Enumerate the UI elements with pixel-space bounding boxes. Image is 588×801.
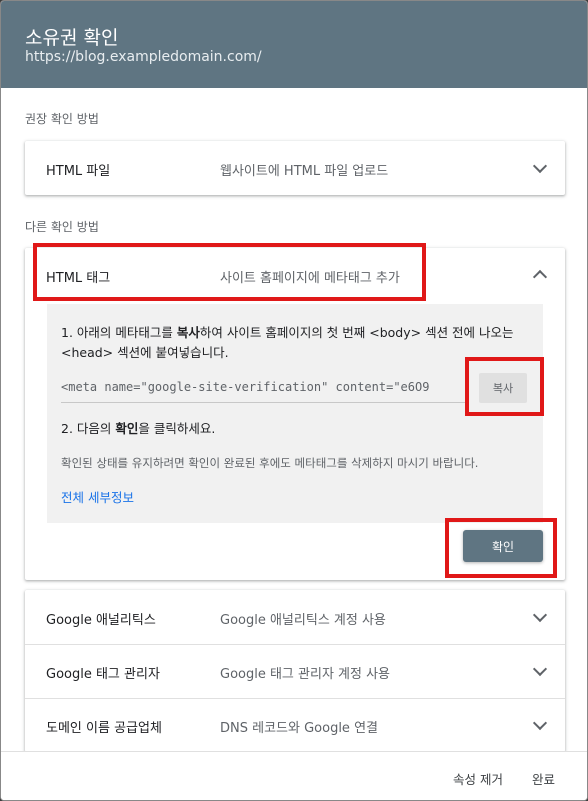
method-domain-provider[interactable]: 도메인 이름 공급업체 DNS 레코드와 Google 연결 [25, 698, 565, 752]
step-2-text: 2. 다음의 확인을 클릭하세요. [61, 419, 215, 439]
method-google-analytics[interactable]: Google 애널리틱스 Google 애널리틱스 계정 사용 [25, 590, 565, 644]
remove-property-button[interactable]: 속성 제거 [453, 769, 503, 788]
step-1-line2: <head> 섹션에 붙여넣습니다. [61, 345, 229, 360]
keep-meta-note: 확인된 상태를 유지하려면 확인이 완료된 후에도 메타태그를 삭제하지 마시기… [61, 456, 479, 470]
dialog-footer: 속성 제거 완료 [1, 751, 587, 800]
meta-tag-field[interactable]: <meta name="google-site-verification" co… [61, 380, 467, 403]
html-tag-instructions: 1. 아래의 메타태그를 복사하여 사이트 홈페이지의 첫 번째 <body> … [47, 304, 543, 523]
method-html-tag-header[interactable]: HTML 태그 사이트 홈페이지에 메타태그 추가 [25, 248, 565, 302]
method-desc: Google 애널리틱스 계정 사용 [220, 613, 386, 628]
step-1-suffix: 하여 사이트 홈페이지의 첫 번째 <body> 섹션 전에 나오는 [199, 325, 514, 340]
chevron-down-icon[interactable] [532, 661, 548, 677]
recommended-method-label: 권장 확인 방법 [25, 112, 99, 126]
step-2-prefix: 2. 다음의 [61, 421, 116, 436]
dialog-title: 소유권 확인 [25, 27, 119, 49]
method-name: Google 애널리틱스 [46, 613, 156, 628]
chevron-up-icon[interactable] [532, 269, 548, 285]
dialog-header: 소유권 확인 https://blog.exampledomain.com/ [1, 1, 587, 88]
ownership-verification-dialog: 소유권 확인 https://blog.exampledomain.com/ 권… [0, 0, 588, 801]
method-html-tag: HTML 태그 사이트 홈페이지에 메타태그 추가 1. 아래의 메타태그를 복… [25, 248, 565, 580]
property-url: https://blog.exampledomain.com/ [25, 49, 262, 65]
copy-button[interactable]: 복사 [479, 373, 527, 403]
verify-button[interactable]: 확인 [463, 530, 543, 562]
step-1-bold: 복사 [176, 325, 200, 340]
method-name: HTML 태그 [46, 271, 111, 286]
method-name: Google 태그 관리자 [46, 667, 160, 682]
method-google-tag-manager[interactable]: Google 태그 관리자 Google 태그 관리자 계정 사용 [25, 644, 565, 698]
method-desc: 웹사이트에 HTML 파일 업로드 [220, 164, 389, 179]
method-html-file[interactable]: HTML 파일 웹사이트에 HTML 파일 업로드 [25, 141, 565, 195]
full-details-link[interactable]: 전체 세부정보 [61, 487, 134, 506]
method-desc: 사이트 홈페이지에 메타태그 추가 [220, 271, 400, 286]
method-name: HTML 파일 [46, 164, 111, 179]
method-desc: DNS 레코드와 Google 연결 [220, 721, 378, 736]
method-desc: Google 태그 관리자 계정 사용 [220, 667, 391, 682]
chevron-down-icon[interactable] [532, 158, 548, 174]
other-methods-list: Google 애널리틱스 Google 애널리틱스 계정 사용 Google 태… [25, 590, 565, 752]
method-name: 도메인 이름 공급업체 [46, 721, 162, 736]
step-2-suffix: 을 클릭하세요. [138, 421, 216, 436]
chevron-down-icon[interactable] [532, 715, 548, 731]
step-1-text: 1. 아래의 메타태그를 복사하여 사이트 홈페이지의 첫 번째 <body> … [61, 323, 514, 363]
step-1-prefix: 1. 아래의 메타태그를 [61, 325, 177, 340]
chevron-down-icon[interactable] [532, 607, 548, 623]
other-methods-label: 다른 확인 방법 [25, 220, 99, 234]
done-button[interactable]: 완료 [532, 769, 555, 788]
step-2-bold: 확인 [115, 421, 139, 436]
